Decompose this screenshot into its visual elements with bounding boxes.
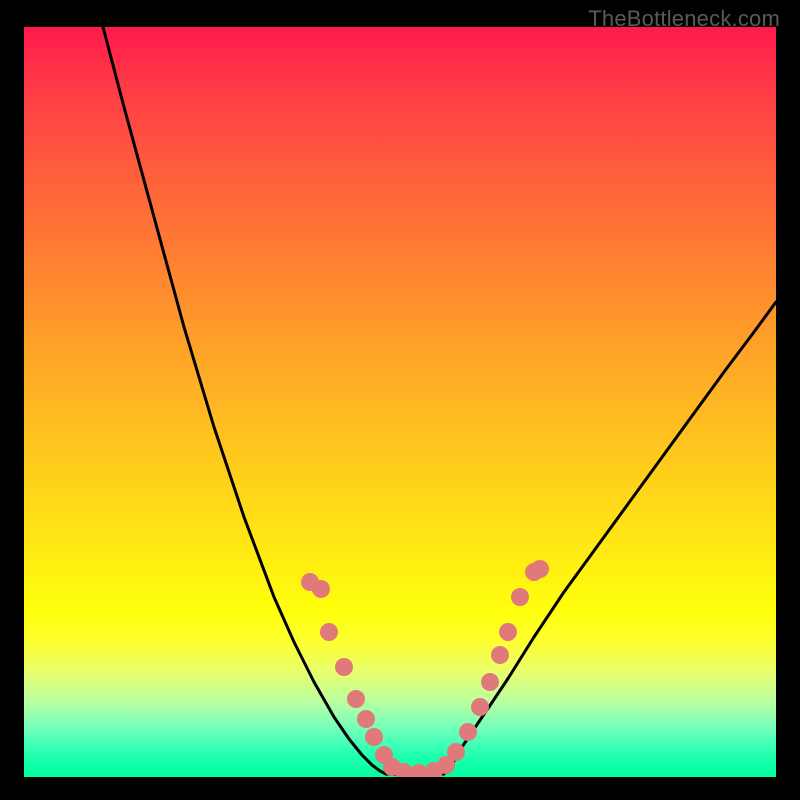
marker-dot	[459, 723, 477, 741]
chart-frame: TheBottleneck.com	[0, 0, 800, 800]
plot-svg	[24, 27, 776, 777]
watermark-text: TheBottleneck.com	[588, 6, 780, 32]
marker-dot	[447, 743, 465, 761]
bottleneck-curve	[103, 27, 776, 775]
marker-dot	[481, 673, 499, 691]
marker-dot	[357, 710, 375, 728]
marker-dot	[320, 623, 338, 641]
marker-dot	[491, 646, 509, 664]
curve-path	[103, 27, 776, 775]
marker-dot	[499, 623, 517, 641]
marker-dot	[531, 560, 549, 578]
marker-dot	[511, 588, 529, 606]
marker-dot	[347, 690, 365, 708]
marker-dot	[471, 698, 489, 716]
data-markers	[301, 560, 549, 777]
plot-area	[24, 27, 776, 777]
marker-dot	[335, 658, 353, 676]
marker-dot	[312, 580, 330, 598]
marker-dot	[365, 728, 383, 746]
